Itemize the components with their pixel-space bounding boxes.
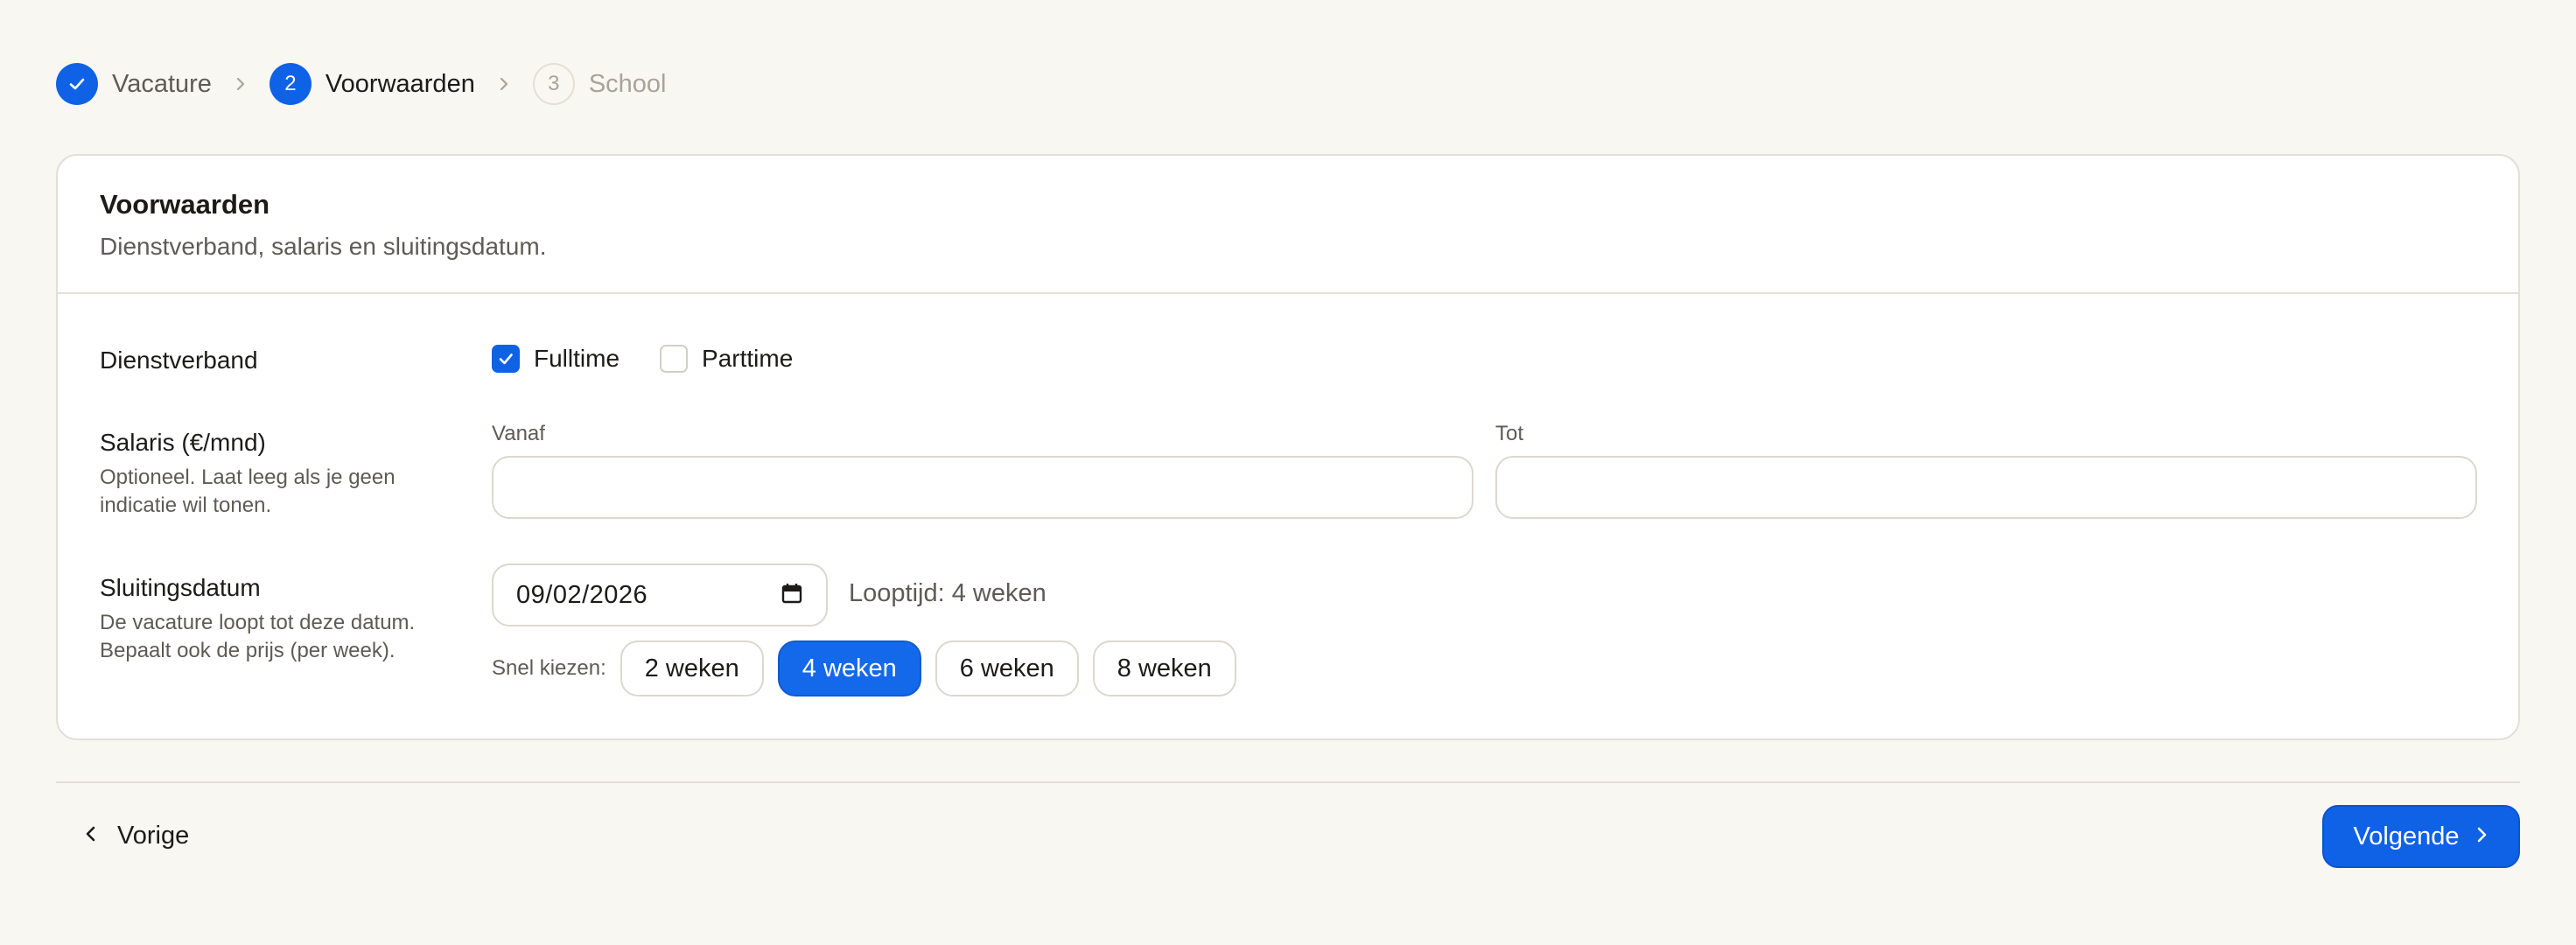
footer-divider — [56, 781, 2520, 783]
chip-2-weeks[interactable]: 2 weken — [620, 640, 764, 696]
card-title: Voorwaarden — [100, 189, 270, 220]
chevron-right-icon — [234, 75, 247, 93]
wizard-page: Vacature 2 Voorwaarden 3 School Voorwaar… — [56, 0, 2520, 945]
quick-select-label: Snel kiezen: — [492, 656, 606, 680]
salary-row-label: Salaris (€/mnd) Optioneel. Laat leeg als… — [100, 429, 450, 520]
employment-options: Fulltime Parttime — [492, 345, 833, 373]
chevron-right-icon — [498, 75, 510, 93]
previous-label: Vorige — [117, 821, 190, 850]
salary-to-input[interactable] — [1495, 456, 2477, 519]
closing-date-input[interactable]: 09/02/2026 — [492, 564, 828, 626]
step-label: School — [588, 69, 667, 98]
closing-row-label: Sluitingsdatum De vacature loopt tot dez… — [100, 574, 450, 665]
quick-select: Snel kiezen: 2 weken 4 weken 6 weken 8 w… — [492, 640, 1250, 696]
duration-text: Looptijd: 4 weken — [849, 579, 1046, 607]
check-icon — [56, 63, 98, 105]
calendar-icon[interactable] — [780, 582, 803, 609]
chip-6-weeks[interactable]: 6 weken — [934, 640, 1079, 696]
stepper: Vacature 2 Voorwaarden 3 School — [56, 62, 667, 106]
conditions-card: Voorwaarden Dienstverband, salaris en sl… — [56, 154, 2520, 740]
fulltime-label: Fulltime — [534, 345, 620, 372]
salary-label: Salaris (€/mnd) — [100, 429, 266, 456]
step-voorwaarden[interactable]: 2 Voorwaarden — [269, 63, 475, 105]
step-number: 2 — [269, 63, 312, 105]
step-school[interactable]: 3 School — [532, 63, 667, 105]
salary-from-label: Vanaf — [492, 422, 545, 445]
chevron-right-icon — [2474, 825, 2488, 849]
closing-label: Sluitingsdatum — [100, 574, 261, 601]
checkbox-checked-icon[interactable] — [492, 345, 520, 373]
chevron-left-icon — [84, 824, 98, 848]
next-label: Volgende — [2353, 822, 2460, 850]
parttime-label: Parttime — [702, 345, 794, 372]
fulltime-checkbox[interactable]: Fulltime — [492, 345, 620, 373]
employment-row-label: Dienstverband — [100, 346, 450, 374]
closing-help: De vacature loopt tot deze datum. Bepaal… — [100, 611, 416, 662]
salary-help: Optioneel. Laat leeg als je geen indicat… — [100, 466, 396, 517]
checkbox-unchecked-icon[interactable] — [660, 345, 689, 373]
closing-date-value: 09/02/2026 — [516, 580, 648, 609]
previous-button[interactable]: Vorige — [72, 805, 201, 866]
employment-label: Dienstverband — [100, 346, 258, 374]
step-label: Voorwaarden — [325, 69, 475, 98]
salary-from-input[interactable] — [492, 456, 1474, 519]
card-subtitle: Dienstverband, salaris en sluitingsdatum… — [100, 233, 547, 260]
card-header: Voorwaarden Dienstverband, salaris en sl… — [58, 156, 2518, 294]
next-button[interactable]: Volgende — [2322, 805, 2520, 868]
chip-4-weeks[interactable]: 4 weken — [777, 640, 921, 696]
step-number: 3 — [532, 63, 575, 105]
parttime-checkbox[interactable]: Parttime — [660, 345, 793, 373]
step-label: Vacature — [112, 69, 212, 98]
salary-to-label: Tot — [1495, 422, 1524, 445]
chip-8-weeks[interactable]: 8 weken — [1092, 640, 1236, 696]
step-vacature[interactable]: Vacature — [56, 63, 212, 105]
